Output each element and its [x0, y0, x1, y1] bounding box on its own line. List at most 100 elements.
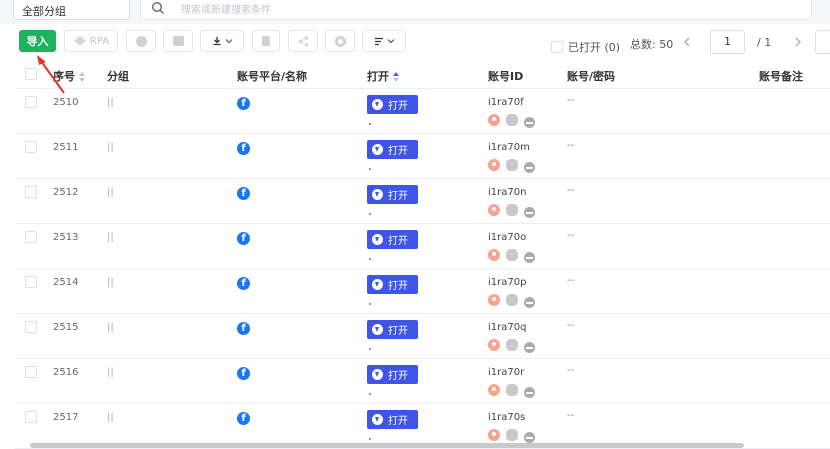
sort-icon[interactable]: [79, 72, 86, 82]
opened-checkbox[interactable]: [551, 41, 563, 53]
blocked-icon[interactable]: [524, 252, 535, 263]
row-account-id: i1ra70m: [488, 142, 530, 153]
dot-marker: [369, 213, 371, 215]
header-open[interactable]: 打开: [367, 68, 400, 84]
blocked-icon[interactable]: [524, 162, 535, 173]
row-checkbox[interactable]: [25, 276, 37, 288]
dot-marker: [369, 258, 371, 260]
browser-icon: [372, 189, 383, 200]
select-all-checkbox[interactable]: [25, 68, 37, 80]
open-button[interactable]: 打开: [367, 140, 418, 159]
horizontal-scrollbar[interactable]: [30, 443, 744, 448]
row-seq: 2515: [53, 322, 79, 333]
box-icon: [172, 36, 184, 46]
browser-icon: [372, 414, 383, 425]
page-size-select[interactable]: [815, 30, 830, 54]
row-checkbox[interactable]: [25, 96, 37, 108]
table-row[interactable]: 2511 || f 打开 i1ra70m --: [15, 134, 830, 179]
row-checkbox[interactable]: [25, 141, 37, 153]
header-seq[interactable]: 序号: [53, 68, 86, 84]
group-select[interactable]: 全部分组: [13, 0, 130, 20]
search-input[interactable]: 搜索或新建搜索条件: [140, 0, 812, 20]
open-button[interactable]: 打开: [367, 95, 418, 114]
row-checkbox[interactable]: [25, 411, 37, 423]
location-pin-icon[interactable]: [488, 294, 500, 306]
blocked-icon[interactable]: [524, 432, 535, 443]
row-password: --: [567, 410, 575, 421]
search-placeholder: 搜索或新建搜索条件: [181, 5, 271, 16]
open-button[interactable]: 打开: [367, 230, 418, 249]
browser-icon: [372, 324, 383, 335]
row-group: ||: [107, 187, 114, 198]
row-checkbox[interactable]: [25, 186, 37, 198]
fingerprint-icon[interactable]: [506, 339, 518, 351]
header-group: 分组: [107, 70, 129, 83]
toolbar-box-button[interactable]: [163, 30, 193, 52]
open-button[interactable]: 打开: [367, 365, 418, 384]
facebook-icon: f: [237, 232, 250, 245]
chevron-down-icon: [387, 39, 394, 44]
row-checkbox[interactable]: [25, 321, 37, 333]
row-group: ||: [107, 322, 114, 333]
location-pin-icon[interactable]: [488, 114, 500, 126]
facebook-icon: f: [237, 277, 250, 290]
delete-button[interactable]: [252, 30, 280, 52]
settings-button[interactable]: [325, 30, 355, 52]
open-label: 打开: [388, 371, 408, 382]
fingerprint-icon[interactable]: [506, 204, 518, 216]
row-account-id: i1ra70f: [488, 97, 524, 108]
row-seq: 2512: [53, 187, 79, 198]
row-group: ||: [107, 367, 114, 378]
rpa-label: RPA: [89, 35, 110, 47]
blocked-icon[interactable]: [524, 207, 535, 218]
toolbar-circle-button[interactable]: [126, 30, 156, 52]
blocked-icon[interactable]: [524, 297, 535, 308]
opened-filter[interactable]: 已打开 (0): [551, 35, 620, 59]
open-button[interactable]: 打开: [367, 185, 418, 204]
open-button[interactable]: 打开: [367, 320, 418, 339]
table-row[interactable]: 2512 || f 打开 i1ra70n --: [15, 179, 830, 224]
location-pin-icon[interactable]: [488, 249, 500, 261]
page-input[interactable]: 1: [710, 30, 745, 54]
location-pin-icon[interactable]: [488, 204, 500, 216]
location-pin-icon[interactable]: [488, 429, 500, 441]
table-row[interactable]: 2513 || f 打开 i1ra70o --: [15, 224, 830, 269]
open-button[interactable]: 打开: [367, 410, 418, 429]
fingerprint-icon[interactable]: [506, 249, 518, 261]
rpa-button[interactable]: RPA: [64, 30, 118, 52]
open-label: 打开: [388, 101, 408, 112]
import-button[interactable]: 导入: [19, 30, 56, 52]
sort-icon[interactable]: [393, 72, 400, 82]
header-remark: 账号备注: [759, 70, 803, 83]
prev-page-icon[interactable]: [683, 37, 691, 47]
share-icon: [298, 35, 308, 47]
location-pin-icon[interactable]: [488, 384, 500, 396]
share-button[interactable]: [288, 30, 318, 52]
blocked-icon[interactable]: [524, 387, 535, 398]
facebook-icon: f: [237, 97, 250, 110]
location-pin-icon[interactable]: [488, 339, 500, 351]
row-group: ||: [107, 412, 114, 423]
table-row[interactable]: 2516 || f 打开 i1ra70r --: [15, 359, 830, 404]
fingerprint-icon[interactable]: [506, 294, 518, 306]
location-pin-icon[interactable]: [488, 159, 500, 171]
row-seq: 2514: [53, 277, 79, 288]
fingerprint-icon[interactable]: [506, 159, 518, 171]
next-page-icon[interactable]: [794, 37, 802, 47]
fingerprint-icon[interactable]: [506, 429, 518, 441]
open-button[interactable]: 打开: [367, 275, 418, 294]
row-group: ||: [107, 142, 114, 153]
blocked-icon[interactable]: [524, 117, 535, 128]
fingerprint-icon[interactable]: [506, 114, 518, 126]
rpa-icon: [73, 36, 86, 46]
table-row[interactable]: 2515 || f 打开 i1ra70q --: [15, 314, 830, 359]
blocked-icon[interactable]: [524, 342, 535, 353]
row-checkbox[interactable]: [25, 366, 37, 378]
table-row[interactable]: 2510 || f 打开 i1ra70f --: [15, 89, 830, 134]
download-dropdown-button[interactable]: [200, 30, 244, 52]
row-account-id: i1ra70n: [488, 187, 527, 198]
fingerprint-icon[interactable]: [506, 384, 518, 396]
row-checkbox[interactable]: [25, 231, 37, 243]
table-row[interactable]: 2514 || f 打开 i1ra70p --: [15, 269, 830, 314]
more-dropdown-button[interactable]: [362, 30, 406, 52]
